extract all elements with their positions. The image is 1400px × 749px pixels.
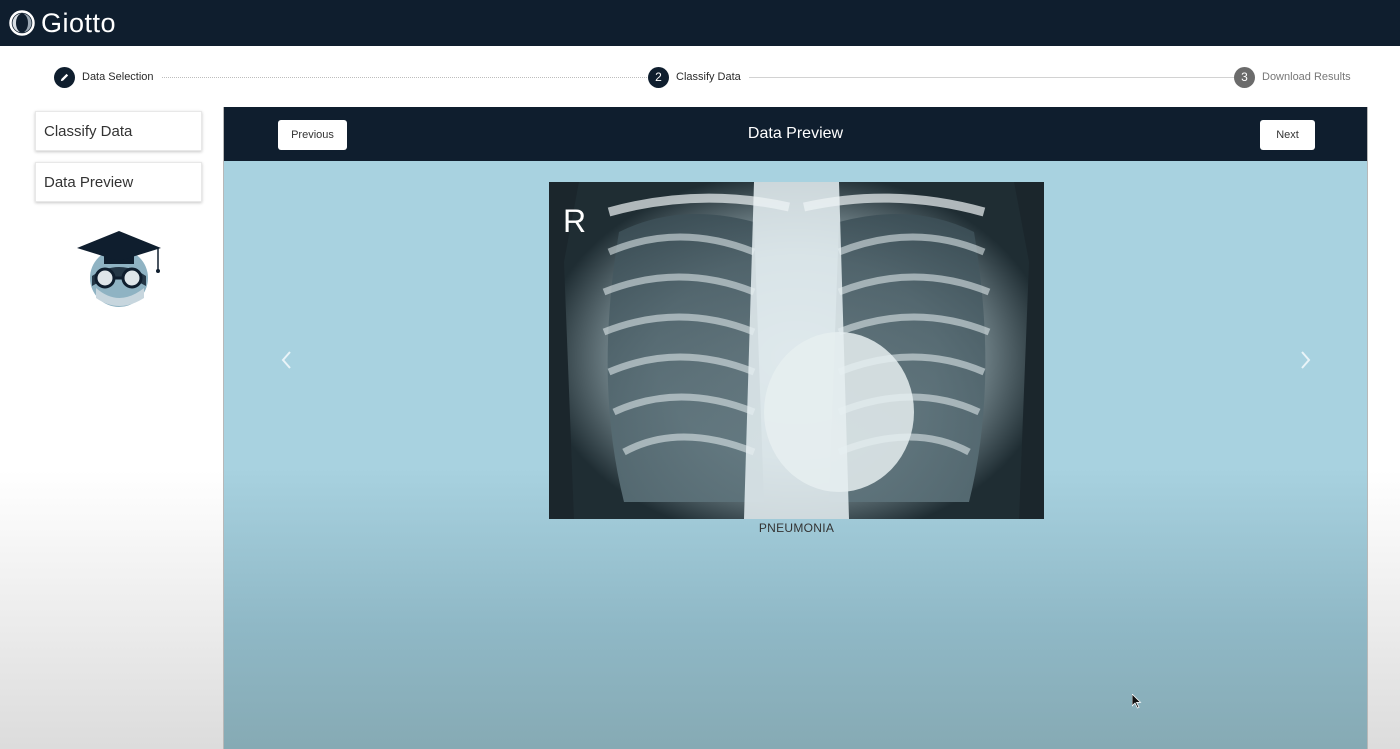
- step-connector-2: [744, 77, 1239, 78]
- data-preview-panel: Data Preview Previous Next R PNEUMONIA: [223, 107, 1368, 749]
- step-connector-1: [154, 77, 649, 78]
- sidebar-item-label: Classify Data: [44, 122, 133, 140]
- step-classify-data[interactable]: 2 Classify Data: [648, 66, 749, 88]
- carousel-prev-arrow[interactable]: [279, 347, 295, 373]
- step-2-label: Classify Data: [676, 71, 741, 83]
- sidebar-item-data-preview[interactable]: Data Preview: [35, 162, 202, 202]
- mouse-cursor-icon: [1132, 694, 1142, 709]
- graduate-mascot-icon: [77, 231, 161, 307]
- chevron-right-icon: [1301, 351, 1311, 369]
- chevron-left-icon: [281, 351, 291, 369]
- previous-button[interactable]: Previous: [278, 120, 347, 150]
- sidebar-item-label: Data Preview: [44, 173, 134, 191]
- step-1-label: Data Selection: [82, 71, 154, 83]
- step-data-selection[interactable]: Data Selection: [54, 66, 162, 88]
- classification-label: PNEUMONIA: [758, 521, 835, 535]
- next-button[interactable]: Next: [1260, 120, 1315, 150]
- giotto-logo-icon: [9, 10, 35, 36]
- step-3-indicator: 3: [1234, 66, 1255, 88]
- panel-header: Data Preview Previous Next: [224, 107, 1367, 161]
- step-download-results[interactable]: 3 Download Results: [1234, 66, 1359, 88]
- pencil-icon: [60, 73, 69, 81]
- step-2-indicator: 2: [648, 66, 669, 88]
- panel-title: Data Preview: [747, 125, 844, 142]
- step-3-label: Download Results: [1262, 71, 1351, 83]
- step-1-indicator: [54, 66, 75, 88]
- app-name: Giotto: [41, 7, 117, 38]
- carousel-next-arrow[interactable]: [1297, 347, 1313, 373]
- sidebar-item-classify-data[interactable]: Classify Data: [35, 111, 202, 151]
- xray-side-marker: R: [563, 203, 586, 239]
- chest-xray-image: R: [549, 182, 1044, 519]
- progress-stepper: Data Selection 2 Classify Data 3 Downloa…: [54, 66, 1359, 88]
- top-navbar: Giotto: [0, 0, 1400, 46]
- app-logo[interactable]: Giotto: [8, 8, 116, 39]
